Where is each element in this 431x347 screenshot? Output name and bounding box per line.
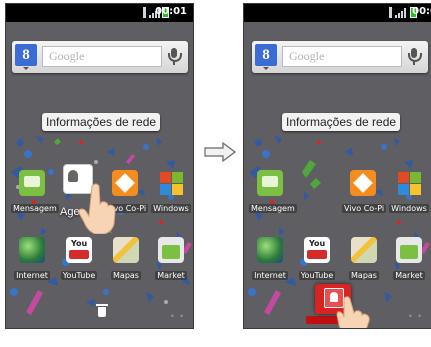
- vivo-icon: [350, 170, 376, 196]
- status-bar: 00:0: [244, 4, 431, 22]
- app-market[interactable]: Market: [150, 237, 192, 282]
- windows-icon: [158, 170, 184, 196]
- trash-icon[interactable]: [96, 304, 108, 318]
- chevron-down-icon: [263, 67, 269, 70]
- maps-icon: [113, 237, 139, 263]
- app-label: Internet: [14, 271, 50, 280]
- app-youtube[interactable]: YouTube: [58, 237, 100, 282]
- app-internet[interactable]: Internet: [11, 237, 53, 282]
- youtube-icon: [66, 237, 92, 263]
- page-indicator: • •: [408, 312, 423, 321]
- chevron-down-icon: [23, 67, 29, 70]
- market-icon: [396, 237, 422, 263]
- mic-icon[interactable]: [164, 46, 184, 67]
- google-logo[interactable]: 8: [15, 44, 37, 66]
- globe-icon: [257, 237, 283, 263]
- app-label: Windows: [151, 204, 191, 213]
- app-label: Windows: [389, 204, 429, 213]
- app-label: Mapas: [349, 271, 379, 280]
- status-bar: 00:01: [6, 4, 193, 22]
- youtube-icon: [304, 237, 330, 263]
- hand-pointer-icon: [336, 296, 370, 328]
- app-label: YouTube: [298, 271, 336, 280]
- usb-icon: [389, 7, 393, 18]
- market-icon: [158, 237, 184, 263]
- usb-icon: [143, 7, 147, 18]
- app-label: Mapas: [111, 271, 141, 280]
- search-input[interactable]: Google: [282, 46, 402, 67]
- message-icon: [257, 170, 283, 196]
- google-logo[interactable]: 8: [255, 44, 277, 66]
- status-time: 00:0: [412, 6, 431, 17]
- app-label: Mensagem: [249, 204, 297, 213]
- app-label: Mensagem: [11, 204, 59, 213]
- app-youtube[interactable]: YouTube: [296, 237, 338, 282]
- signal-icon: [395, 8, 407, 18]
- phone-screen-before: 00:01 8 Google Informações de rede Mensa…: [6, 4, 193, 328]
- google-search-widget[interactable]: 8 Google: [252, 41, 428, 73]
- message-icon: [19, 170, 45, 196]
- network-info-widget[interactable]: Informações de rede: [42, 113, 161, 131]
- maps-icon: [351, 237, 377, 263]
- app-label: Market: [155, 271, 187, 280]
- app-label: YouTube: [60, 271, 98, 280]
- app-windows[interactable]: Windows: [388, 170, 430, 215]
- page-indicator: • •: [170, 312, 185, 321]
- app-internet[interactable]: Internet: [249, 237, 291, 282]
- app-label: Internet: [252, 271, 288, 280]
- network-info-widget[interactable]: Informações de rede: [282, 113, 401, 131]
- app-mensagem[interactable]: Mensagem: [249, 170, 297, 215]
- app-label: Market: [393, 271, 425, 280]
- mic-icon[interactable]: [404, 46, 424, 67]
- app-windows[interactable]: Windows: [150, 170, 192, 215]
- app-mapas[interactable]: Mapas: [105, 237, 147, 282]
- app-label: Vivo Co-Pi: [342, 204, 387, 213]
- app-vivo-copi[interactable]: Vivo Co-Pi: [342, 170, 387, 215]
- phone-screen-after: 00:0 8 Google Informações de rede Mensag…: [244, 4, 431, 328]
- app-mapas[interactable]: Mapas: [343, 237, 385, 282]
- app-market[interactable]: Market: [388, 237, 430, 282]
- search-input[interactable]: Google: [42, 46, 162, 67]
- hand-pointer-icon: [78, 183, 116, 234]
- app-mensagem[interactable]: Mensagem: [11, 170, 59, 215]
- windows-icon: [396, 170, 422, 196]
- google-search-widget[interactable]: 8 Google: [12, 41, 188, 73]
- status-time: 00:01: [155, 6, 187, 17]
- globe-icon: [19, 237, 45, 263]
- arrow-right-icon: [204, 142, 236, 162]
